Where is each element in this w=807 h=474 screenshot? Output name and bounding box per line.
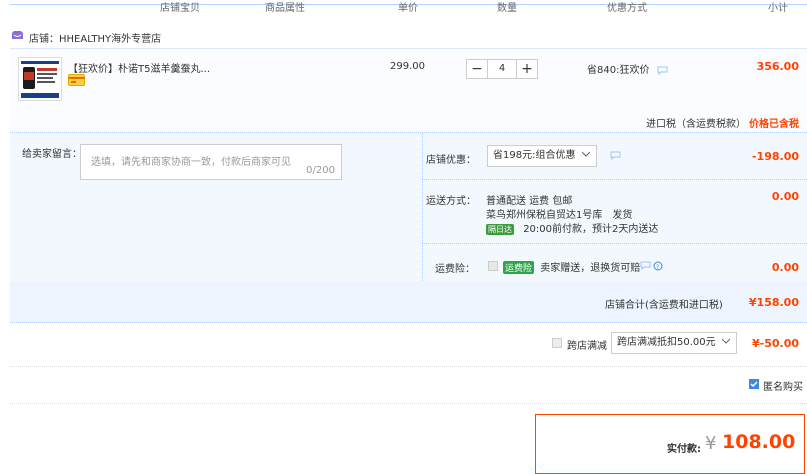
insurance-amount: 0.00 <box>771 261 799 274</box>
shop-coupon-amount: -198.00 <box>751 150 799 163</box>
message-textarea[interactable]: 选填，请先和商家协商一致，付款后商家可见 0/200 <box>80 144 342 180</box>
panel-divider <box>422 133 423 283</box>
shop-coupon-label: 店铺优惠： <box>426 155 476 166</box>
import-tax-value: 价格已含税 <box>749 119 799 130</box>
column-header-subtotal: 小计 <box>768 3 788 14</box>
insurance-checkbox[interactable] <box>488 261 498 271</box>
increase-qty-button[interactable]: + <box>516 59 538 79</box>
message-char-count: 0/200 <box>306 165 335 176</box>
discount-text: 省840:狂欢价 <box>587 65 650 76</box>
order-item-row: 【狂欢价】朴诺T5滋羊羹蚕丸... 299.00 − 4 + 省840:狂欢价 … <box>10 48 807 133</box>
decrease-qty-button[interactable]: − <box>466 59 488 79</box>
shipping-eta: 20:00前付款，预计2天内送达 <box>523 224 659 235</box>
payment-label: 实付款: <box>667 444 701 455</box>
chevron-down-icon <box>722 338 730 344</box>
item-subtotal: 356.00 <box>756 60 799 73</box>
chevron-down-icon <box>582 151 590 157</box>
row-divider <box>422 243 807 244</box>
column-header-discount: 优惠方式 <box>607 3 647 14</box>
column-header-qty: 数量 <box>497 3 517 14</box>
payment-amount: 108.00 <box>722 431 796 453</box>
import-tax-label: 进口税（含运费税款） <box>646 119 746 130</box>
discount-method: 省840:狂欢价 <box>587 61 668 76</box>
quantity-stepper: − 4 + <box>466 59 542 79</box>
product-title[interactable]: 【狂欢价】朴诺T5滋羊羹蚕丸... <box>68 60 210 75</box>
unit-price: 299.00 <box>390 61 425 72</box>
shipping-line-1: 普通配送 运费 包邮 <box>486 196 573 207</box>
shop-total-label: 店铺合计(含运费和进口税) <box>605 300 723 311</box>
cross-store-label: 跨店满减 <box>567 341 607 352</box>
column-header-bar: 店铺宝贝 商品属性 单价 数量 优惠方式 小计 <box>10 3 807 14</box>
shop-name[interactable]: 店铺：HHEALTHY海外专营店 <box>29 30 161 45</box>
column-header-item: 店铺宝贝 <box>160 3 200 14</box>
next-day-tag: 隔日达 <box>486 224 514 235</box>
check-icon <box>750 381 758 388</box>
card-badge-icon <box>68 74 85 86</box>
shipping-amount: 0.00 <box>771 190 799 203</box>
insurance-text: 卖家赠送，退换货可赔 <box>540 263 641 274</box>
shop-total-row: 店铺合计(含运费和进口税) ¥158.00 <box>10 282 807 323</box>
shop-icon <box>12 31 23 39</box>
shop-coupon-selected: 省198元:组合优惠 <box>493 150 576 161</box>
row-divider <box>422 179 807 180</box>
cross-store-discount-row: 跨店满减 跨店满减抵扣50.00元 ¥-50.00 <box>10 323 807 365</box>
quantity-input[interactable]: 4 <box>488 59 516 79</box>
anonymous-checkbox[interactable] <box>749 379 759 389</box>
insurance-info: 运费险 卖家赠送，退换货可赔 <box>503 259 640 274</box>
payment-summary-box: 实付款: ¥ 108.00 <box>535 414 805 474</box>
message-placeholder: 选填，请先和商家协商一致，付款后商家可见 <box>91 157 291 168</box>
shop-coupon-select[interactable]: 省198元:组合优惠 <box>487 145 597 167</box>
product-thumbnail[interactable] <box>18 57 62 101</box>
order-options-panel: 给卖家留言： 选填，请先和商家协商一致，付款后商家可见 0/200 店铺优惠： … <box>10 132 807 283</box>
message-label: 给卖家留言： <box>22 149 82 160</box>
chat-icon[interactable] <box>610 151 621 160</box>
help-icon[interactable]: ? <box>640 261 664 271</box>
shipping-line-3: 隔日达 20:00前付款，预计2天内送达 <box>486 220 658 235</box>
chat-icon[interactable] <box>657 66 668 75</box>
shop-total-amount: ¥158.00 <box>748 296 799 309</box>
insurance-tag: 运费险 <box>503 261 535 274</box>
anonymous-label: 匿名购买 <box>763 382 803 393</box>
cross-store-select[interactable]: 跨店满减抵扣50.00元 <box>611 332 737 354</box>
insurance-label: 运费险： <box>435 264 475 275</box>
column-header-price: 单价 <box>398 3 418 14</box>
shipping-line-2: 菜鸟郑州保税自贸达1号库 发货 <box>486 210 633 221</box>
svg-text:?: ? <box>656 264 659 271</box>
cross-store-checkbox[interactable] <box>552 338 562 348</box>
anonymous-purchase-row: 匿名购买 <box>10 366 807 404</box>
payment-currency: ¥ <box>705 433 717 454</box>
cross-store-selected: 跨店满减抵扣50.00元 <box>617 337 716 348</box>
cross-store-amount: ¥-50.00 <box>751 337 799 350</box>
column-header-attr: 商品属性 <box>265 3 305 14</box>
shipping-label: 运送方式： <box>426 196 476 207</box>
